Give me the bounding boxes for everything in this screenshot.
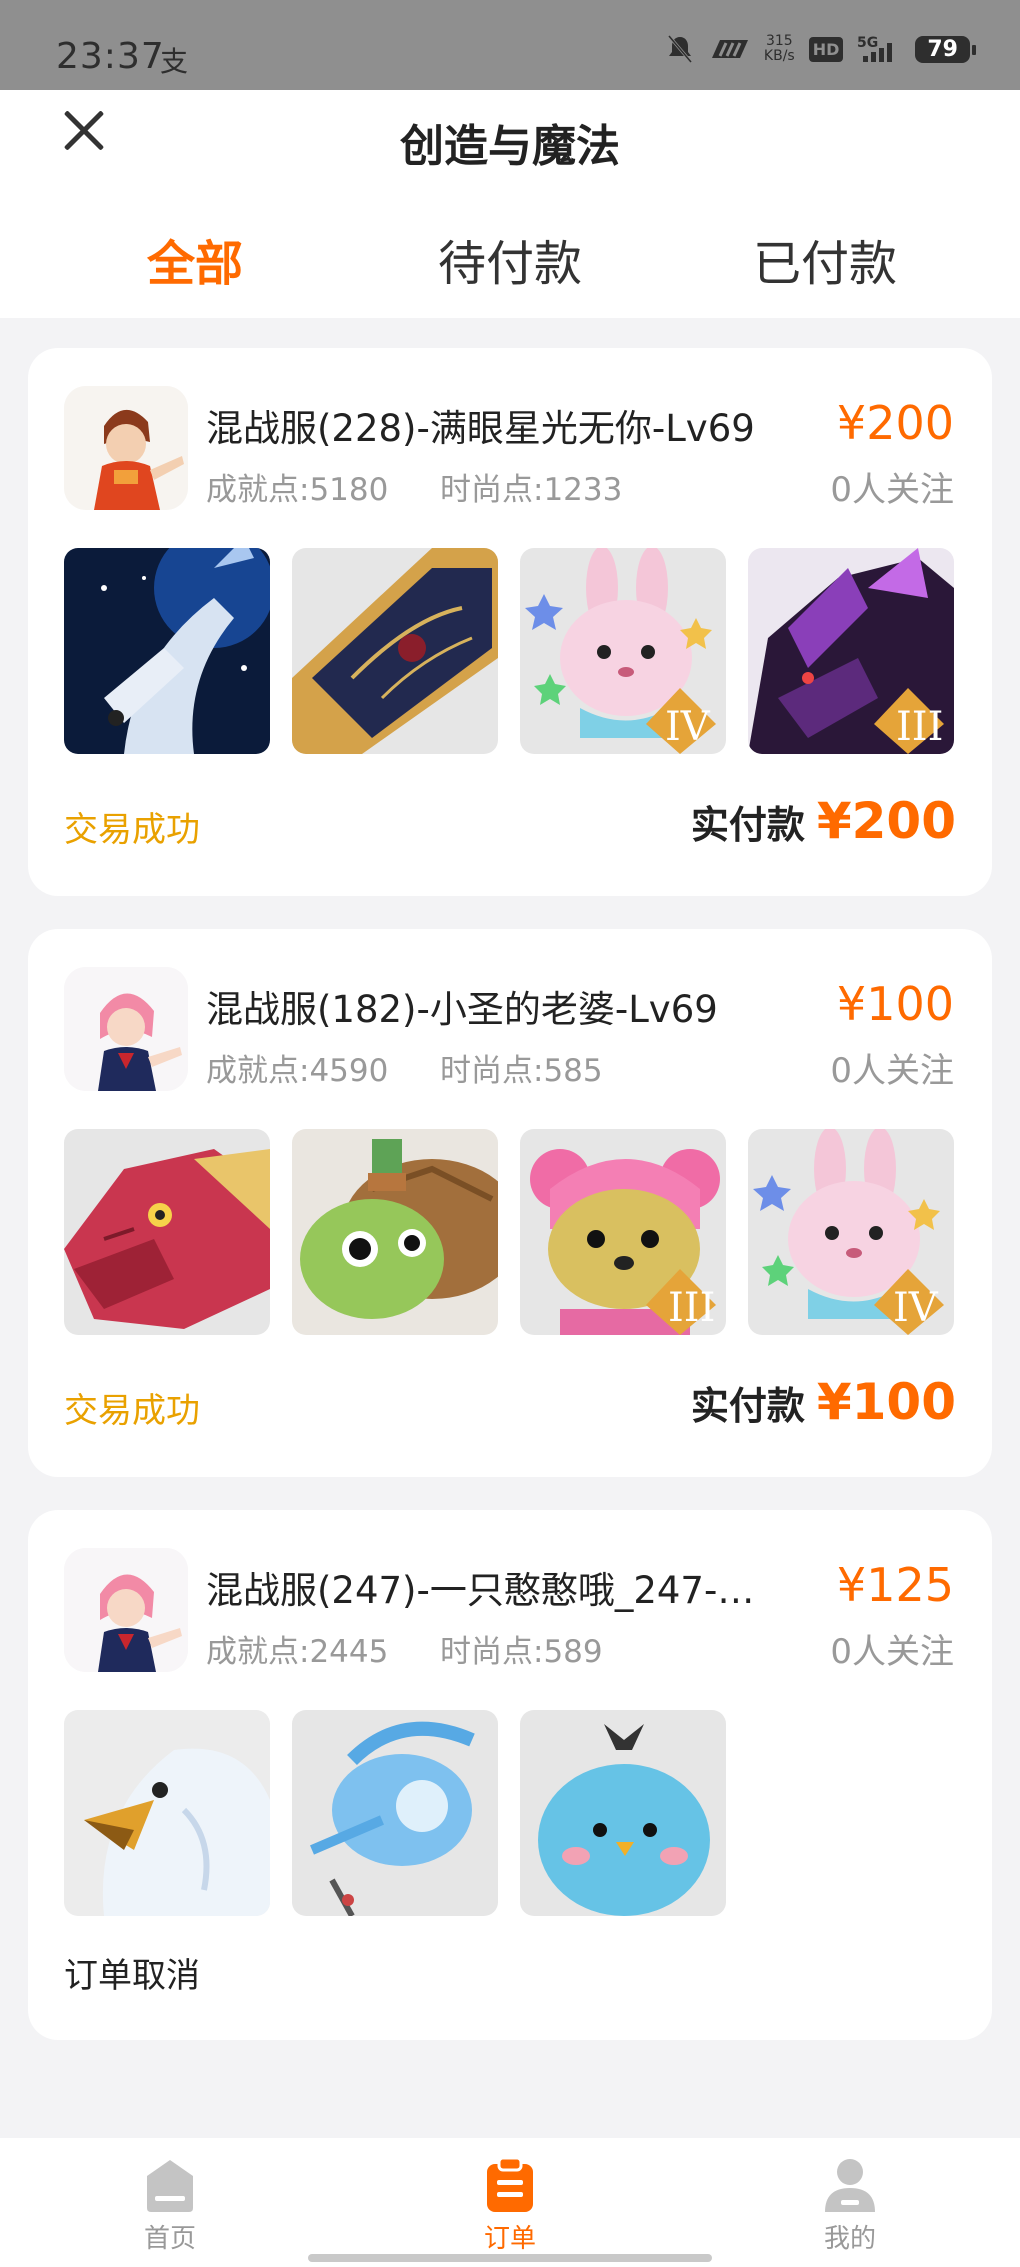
- paid-amount: 实付款 ¥200: [690, 792, 956, 850]
- nfc-icon: [711, 40, 748, 58]
- order-card[interactable]: 混战服(228)-满眼星光无你-Lv69 成就点:5180 时尚点:1233 ¥…: [28, 348, 992, 896]
- item-thumbnail[interactable]: [292, 548, 498, 754]
- price: ¥200: [836, 396, 954, 450]
- followers-count: 0人关注: [830, 470, 954, 510]
- svg-text:5G: 5G: [857, 35, 878, 51]
- user-icon: [825, 2159, 875, 2212]
- svg-text:III: III: [896, 704, 943, 750]
- home-icon: [147, 2160, 193, 2212]
- signal-5g-icon: 5G: [857, 35, 893, 62]
- followers-count: 0人关注: [830, 1632, 954, 1672]
- tab-paid[interactable]: 已付款: [700, 224, 950, 294]
- status-time: 23:37: [56, 36, 165, 77]
- achievement-points: 成就点:2445: [206, 1634, 389, 1670]
- mute-bell-icon: [667, 35, 693, 63]
- battery-icon: 79: [915, 35, 976, 63]
- svg-text:IV: IV: [893, 1285, 939, 1331]
- achievement-points: 成就点:5180: [206, 472, 389, 508]
- alipay-notification-icon: 支: [160, 45, 189, 78]
- avatar: [64, 386, 188, 510]
- price: ¥100: [836, 977, 954, 1031]
- order-icon: [487, 2156, 533, 2212]
- status-bar: 23:37 支 315 KB/s HD 5G 79: [0, 0, 1020, 90]
- svg-text:III: III: [668, 1285, 715, 1331]
- order-status: 订单取消: [64, 1956, 200, 1996]
- tab-all[interactable]: 全部: [70, 224, 320, 294]
- item-thumbnail[interactable]: [64, 1710, 270, 1916]
- hd-badge: HD: [808, 36, 844, 62]
- nav-profile[interactable]: 我的: [750, 2156, 950, 2255]
- tab-pending-payment[interactable]: 待付款: [385, 224, 635, 294]
- page-title: 创造与魔法: [400, 121, 620, 172]
- order-status: 交易成功: [64, 1391, 200, 1431]
- paid-amount: 实付款 ¥100: [690, 1373, 956, 1431]
- item-thumbnail[interactable]: III: [520, 1129, 726, 1335]
- order-card[interactable]: 混战服(247)-一只憨憨哦_247-… 成就点:2445 时尚点:589 ¥1…: [28, 1510, 992, 2040]
- item-thumbnail[interactable]: [292, 1710, 498, 1916]
- followers-count: 0人关注: [830, 1051, 954, 1091]
- network-speed: 315 KB/s: [763, 33, 795, 64]
- item-thumbnail[interactable]: [292, 1129, 498, 1335]
- order-title: 混战服(182)-小圣的老婆-Lv69: [206, 988, 718, 1031]
- fashion-points: 时尚点:585: [440, 1053, 603, 1089]
- item-thumbnail[interactable]: [520, 1710, 726, 1916]
- home-indicator[interactable]: [308, 2254, 712, 2262]
- order-status: 交易成功: [64, 810, 200, 850]
- item-thumbnail[interactable]: [64, 1129, 270, 1335]
- avatar: [64, 967, 188, 1091]
- svg-text:IV: IV: [665, 704, 711, 750]
- nav-orders[interactable]: 订单: [410, 2156, 610, 2255]
- bottom-nav: 首页 订单 我的: [0, 2138, 1020, 2267]
- fashion-points: 时尚点:1233: [440, 472, 623, 508]
- item-thumbnail[interactable]: [64, 548, 270, 754]
- order-title: 混战服(228)-满眼星光无你-Lv69: [206, 407, 755, 450]
- item-thumbnail[interactable]: III: [748, 548, 954, 754]
- page-header: 创造与魔法 全部 待付款 已付款: [0, 90, 1020, 318]
- order-title: 混战服(247)-一只憨憨哦_247-…: [206, 1569, 755, 1612]
- achievement-points: 成就点:4590: [206, 1053, 389, 1089]
- fashion-points: 时尚点:589: [440, 1634, 603, 1670]
- item-thumbnail[interactable]: IV: [748, 1129, 954, 1335]
- avatar: [64, 1548, 188, 1672]
- status-icons: 315 KB/s HD 5G 79: [666, 33, 976, 64]
- price: ¥125: [836, 1558, 954, 1612]
- order-card[interactable]: 混战服(182)-小圣的老婆-Lv69 成就点:4590 时尚点:585 ¥10…: [28, 929, 992, 1477]
- item-thumbnail[interactable]: IV: [520, 548, 726, 754]
- nav-home[interactable]: 首页: [70, 2156, 270, 2255]
